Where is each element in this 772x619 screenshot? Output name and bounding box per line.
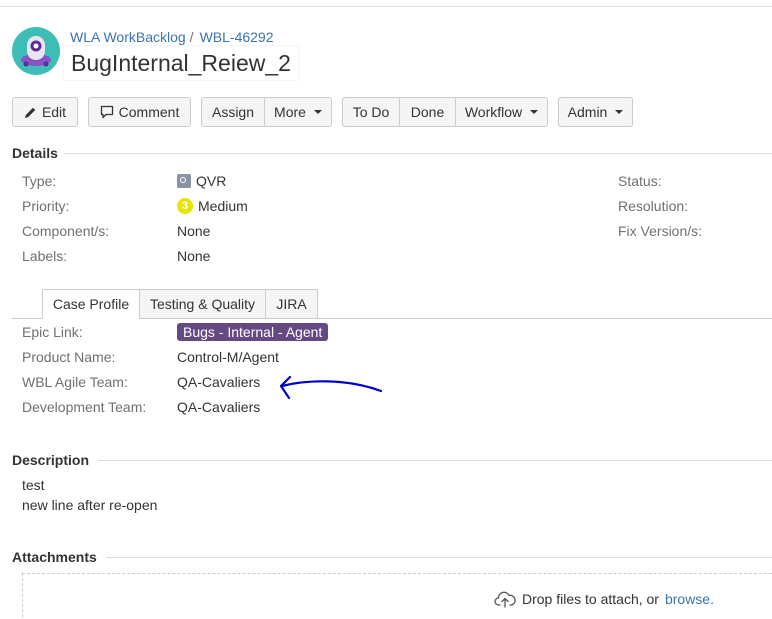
todo-label: To Do (352, 104, 390, 120)
description-heading: Description (12, 452, 90, 468)
description-line: new line after re-open (22, 497, 158, 513)
todo-button[interactable]: To Do (342, 97, 400, 127)
labels-value[interactable]: None (177, 248, 210, 264)
dev-team-value: QA-Cavaliers (177, 399, 261, 415)
admin-label: Admin (567, 104, 608, 120)
drop-text: Drop files to attach, or (522, 591, 659, 607)
priority-label: Priority: (22, 198, 70, 214)
priority-value-text: Medium (198, 198, 248, 214)
attachments-divider (106, 557, 772, 558)
issue-title[interactable]: BugInternal_Reiew_2 (64, 46, 298, 80)
agile-team-label: WBL Agile Team: (22, 374, 128, 390)
comment-label: Comment (118, 104, 180, 120)
details-divider (64, 153, 772, 154)
components-label: Component/s: (22, 223, 110, 239)
components-value: None (177, 223, 211, 239)
project-avatar-icon[interactable] (12, 27, 60, 75)
assign-label: Assign (211, 104, 255, 120)
attachments-heading: Attachments (12, 549, 97, 565)
tab-jira[interactable]: JIRA (265, 289, 318, 319)
description-line: test (22, 477, 45, 493)
comment-icon (100, 105, 113, 119)
comment-button[interactable]: Comment (88, 97, 191, 127)
epic-link-label: Epic Link: (22, 324, 83, 340)
fix-version-label: Fix Version/s: (618, 223, 703, 239)
edit-button[interactable]: Edit (12, 97, 78, 127)
resolution-label: Resolution: (618, 198, 689, 214)
top-divider (0, 6, 772, 7)
dev-team-label: Development Team: (22, 399, 147, 415)
tab-testing-quality[interactable]: Testing & Quality (139, 289, 266, 319)
breadcrumb: WLA WorkBacklog / WBL-46292 (70, 29, 274, 45)
type-value: QVR (177, 173, 226, 189)
browse-link[interactable]: browse. (665, 591, 714, 607)
breadcrumb-separator: / (189, 29, 194, 45)
labels-label: Labels: (22, 248, 68, 264)
status-label: Status: (618, 173, 662, 189)
more-button[interactable]: More (265, 97, 332, 127)
priority-value: 3 Medium (177, 198, 248, 214)
pencil-icon (24, 107, 36, 118)
epic-link-value: Bugs - Internal - Agent (177, 323, 329, 341)
cloud-upload-icon (494, 591, 516, 608)
chevron-down-icon (530, 110, 539, 114)
description-divider (98, 460, 772, 461)
annotation-arrow-icon (279, 375, 383, 400)
breadcrumb-project-link[interactable]: WLA WorkBacklog (70, 29, 186, 45)
chevron-down-icon (615, 110, 624, 114)
details-heading: Details (12, 145, 58, 161)
drop-hint: Drop files to attach, or browse. (494, 590, 714, 608)
tab-case-profile[interactable]: Case Profile (42, 289, 140, 319)
chevron-down-icon (313, 110, 322, 114)
agile-team-value: QA-Cavaliers (177, 374, 261, 390)
issue-type-icon (177, 174, 191, 188)
priority-medium-icon: 3 (177, 198, 193, 214)
epic-lozenge[interactable]: Bugs - Internal - Agent (177, 323, 329, 341)
product-name-label: Product Name: (22, 349, 116, 365)
done-label: Done (410, 104, 445, 120)
breadcrumb-issue-link[interactable]: WBL-46292 (200, 29, 274, 45)
more-label: More (274, 104, 306, 120)
type-label: Type: (22, 173, 57, 189)
product-name-value: Control-M/Agent (177, 349, 279, 365)
type-value-text: QVR (196, 173, 227, 189)
edit-label: Edit (41, 104, 67, 120)
assign-button[interactable]: Assign (201, 97, 265, 127)
admin-button[interactable]: Admin (558, 97, 633, 127)
done-button[interactable]: Done (400, 97, 456, 127)
workflow-button[interactable]: Workflow (456, 97, 548, 127)
workflow-label: Workflow (464, 104, 523, 120)
